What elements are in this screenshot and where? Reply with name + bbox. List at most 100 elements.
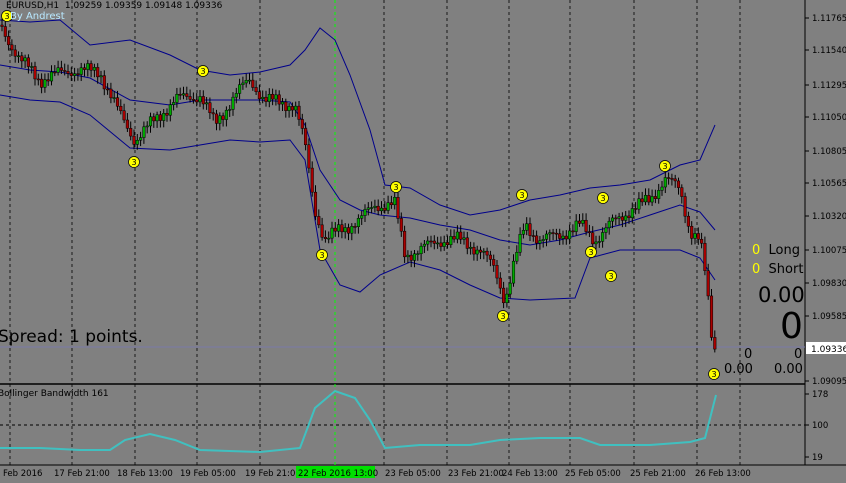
signal-marker-label: 3 bbox=[600, 194, 605, 203]
candle-body bbox=[280, 101, 285, 105]
candle-body bbox=[304, 128, 308, 146]
author-label: By Andrest bbox=[10, 11, 65, 22]
candle-body bbox=[264, 96, 268, 102]
candle-body bbox=[525, 223, 529, 231]
candle-body bbox=[541, 239, 545, 241]
band-upper bbox=[0, 19, 716, 216]
candle-body bbox=[568, 230, 572, 240]
candle-body bbox=[139, 137, 143, 141]
candle-body bbox=[571, 230, 575, 233]
candle-body bbox=[627, 215, 631, 219]
bandwidth-series bbox=[0, 389, 717, 454]
candle-body bbox=[320, 224, 324, 238]
candle-body bbox=[591, 232, 595, 245]
candle-body bbox=[33, 66, 37, 80]
candle-body bbox=[152, 116, 156, 122]
candle-body bbox=[165, 113, 169, 116]
candle-body bbox=[647, 195, 651, 203]
candle-body bbox=[452, 236, 456, 240]
candle-body bbox=[445, 242, 450, 246]
signal-marker-label: 3 bbox=[711, 370, 716, 379]
candle-body bbox=[686, 215, 690, 227]
candle-body bbox=[112, 97, 116, 99]
candle-body bbox=[30, 66, 34, 68]
candle-body bbox=[0, 24, 4, 27]
candle-body bbox=[498, 277, 502, 289]
candle-body bbox=[287, 106, 291, 111]
candle-body bbox=[521, 230, 525, 235]
candle-body bbox=[373, 205, 377, 208]
candle-body bbox=[660, 186, 664, 191]
candle-body bbox=[383, 207, 387, 211]
long-row: 0 Long bbox=[752, 243, 800, 258]
symbol-label: EURUSD,H1 1.09259 1.09359 1.09148 1.0933… bbox=[6, 1, 223, 11]
candle-body bbox=[485, 250, 489, 256]
candle-body bbox=[455, 231, 459, 240]
signal-marker-label: 3 bbox=[200, 67, 205, 76]
candle-body bbox=[614, 217, 618, 220]
candle-body bbox=[429, 240, 433, 243]
chart-canvas[interactable]: 3 3 3 3 3 3 3 3 3 3 3 3 1.11765 1.11540 1.11295 1.1105… bbox=[0, 0, 846, 483]
candle-body bbox=[99, 75, 103, 78]
candle-body bbox=[241, 82, 245, 85]
candle-body bbox=[188, 96, 192, 100]
candle-body bbox=[495, 265, 499, 279]
candle-body bbox=[79, 67, 83, 75]
time-tick-label: 19 Feb 21:00 bbox=[245, 469, 301, 479]
candle-body bbox=[185, 93, 189, 97]
candle-body bbox=[581, 219, 585, 224]
time-tick-label: 26 Feb 13:00 bbox=[695, 469, 751, 479]
price-tick-label: 1.11050 bbox=[812, 113, 846, 123]
candle-body bbox=[577, 220, 582, 224]
spread-label: Spread: 1 points. bbox=[0, 327, 143, 347]
candle-body bbox=[643, 195, 648, 203]
bandwidth-line bbox=[0, 389, 717, 454]
candle-body bbox=[129, 128, 133, 137]
candle-body bbox=[574, 220, 578, 232]
candle-body bbox=[277, 94, 281, 105]
candle-body bbox=[426, 240, 430, 245]
time-tick-label: 25 Feb 21:00 bbox=[630, 469, 686, 479]
candle-body bbox=[238, 84, 242, 94]
candle-body bbox=[40, 78, 44, 88]
candle-body bbox=[634, 208, 638, 210]
candle-body bbox=[356, 218, 360, 228]
time-tick-label: 23 Feb 05:00 bbox=[385, 469, 441, 479]
candle-body bbox=[102, 75, 106, 90]
candle-body bbox=[313, 191, 318, 217]
candle-body bbox=[412, 253, 417, 261]
candle-body bbox=[297, 105, 301, 120]
bollinger-bands bbox=[0, 19, 716, 301]
candle-body bbox=[653, 196, 657, 199]
candle-body bbox=[346, 227, 351, 234]
candle-body bbox=[482, 250, 486, 253]
candle-body bbox=[218, 115, 222, 124]
candle-body bbox=[465, 237, 469, 249]
candle-body bbox=[594, 241, 598, 245]
candle-body bbox=[162, 113, 166, 121]
time-tick-label: 25 Feb 05:00 bbox=[565, 469, 621, 479]
price-axis: 1.11765 1.11540 1.11295 1.11050 1.10805 1.105… bbox=[805, 14, 846, 387]
candle-body bbox=[459, 231, 463, 240]
candle-body bbox=[125, 119, 129, 129]
candle-body bbox=[175, 93, 179, 103]
candle-body bbox=[676, 180, 681, 188]
candle-body bbox=[195, 99, 199, 103]
candle-body bbox=[472, 246, 476, 255]
candle-body bbox=[370, 207, 374, 209]
candle-body bbox=[508, 282, 512, 295]
signal-marker-label: 3 bbox=[519, 191, 524, 200]
candle-body bbox=[132, 135, 136, 145]
candle-body bbox=[155, 114, 159, 122]
candle-body bbox=[350, 226, 354, 234]
candle-body bbox=[406, 254, 410, 258]
candle-body bbox=[416, 253, 420, 255]
candle-body bbox=[115, 97, 120, 107]
candle-body bbox=[680, 187, 684, 197]
indicator-tick-label: 178 bbox=[812, 390, 828, 400]
candle-body bbox=[700, 239, 704, 244]
candle-body bbox=[310, 167, 314, 193]
candle-body bbox=[538, 240, 542, 244]
candle-body bbox=[683, 196, 687, 217]
candle-body bbox=[360, 215, 364, 219]
